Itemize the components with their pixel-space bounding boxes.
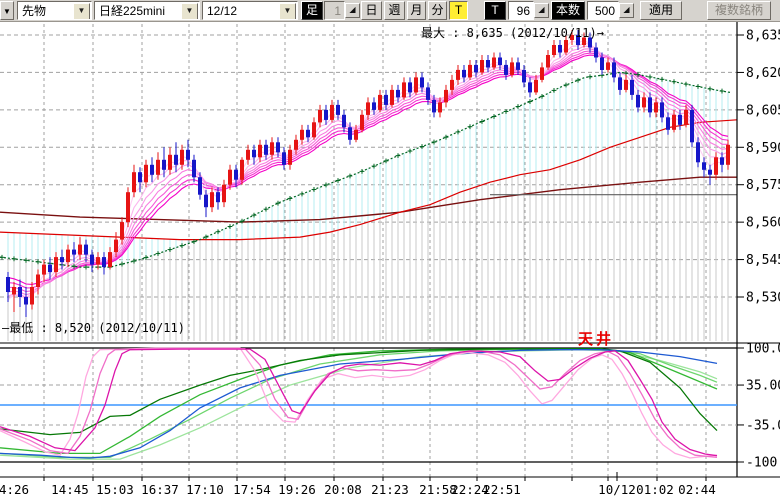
svg-text:8,590: 8,590 [746, 141, 780, 156]
svg-text:8,620: 8,620 [746, 66, 780, 81]
svg-text:22:51: 22:51 [483, 482, 521, 497]
svg-text:15:03: 15:03 [96, 482, 134, 497]
app-window: ▼ 先物 ▼ 日経225mini ▼ 12/12 ▼ 足 1 ◢ 日 週 月 分… [0, 0, 780, 500]
svg-text:-100.00: -100.00 [746, 456, 780, 471]
max-price-annotation: 最大 : 8,635 (2012/10/11)→ [421, 24, 604, 41]
svg-text:16:37: 16:37 [141, 482, 179, 497]
svg-text:8,560: 8,560 [746, 216, 780, 231]
svg-text:17:10: 17:10 [186, 482, 224, 497]
svg-text:4:26: 4:26 [0, 482, 29, 497]
svg-text:100.00: 100.00 [746, 342, 780, 357]
svg-text:8,530: 8,530 [746, 290, 780, 305]
svg-text:14:45: 14:45 [51, 482, 89, 497]
svg-text:8,605: 8,605 [746, 103, 780, 118]
ceiling-annotation: 天井 [578, 328, 614, 349]
svg-text:21:23: 21:23 [371, 482, 409, 497]
svg-text:8,575: 8,575 [746, 178, 780, 193]
svg-text:17:54: 17:54 [233, 482, 271, 497]
svg-text:01:02: 01:02 [636, 482, 674, 497]
min-price-annotation: ―最低 : 8,520 (2012/10/11) [2, 319, 185, 336]
svg-text:8,635: 8,635 [746, 29, 780, 44]
svg-text:35.00: 35.00 [746, 379, 780, 394]
svg-text:20:08: 20:08 [324, 482, 362, 497]
svg-text:19:26: 19:26 [278, 482, 316, 497]
svg-text:02:44: 02:44 [678, 482, 716, 497]
svg-text:10/12: 10/12 [598, 482, 636, 497]
svg-text:-35.00: -35.00 [746, 418, 780, 433]
svg-text:8,545: 8,545 [746, 253, 780, 268]
